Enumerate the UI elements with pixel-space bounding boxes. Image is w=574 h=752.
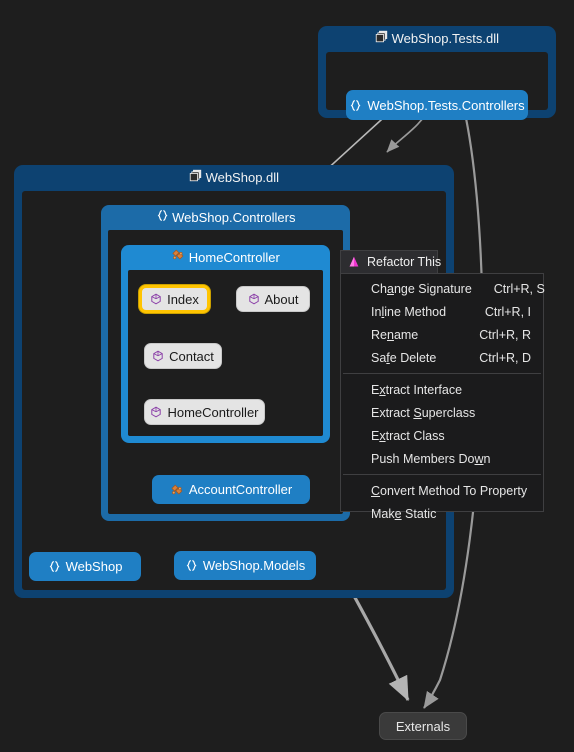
namespace-braces-icon [185,559,198,572]
node-contact[interactable]: Contact [144,343,222,369]
menu-item-label: Extract Class [371,428,445,443]
assembly-header: WebShop.Tests.dll [318,26,556,52]
menu-item-rename[interactable]: Rename Ctrl+R, R [341,323,543,346]
node-externals[interactable]: Externals [379,712,467,740]
node-label: Index [167,291,199,307]
class-icon [170,483,184,497]
assembly-icon [375,30,388,43]
menu-item-label: Convert Method To Property [371,483,528,498]
node-webshop-models[interactable]: WebShop.Models [174,551,316,580]
node-label: WebShop [65,559,123,574]
node-about[interactable]: About [236,286,310,312]
node-label: Contact [169,348,214,364]
menu-item-label: Change Signature [371,281,472,296]
assembly-header: WebShop.dll [14,165,454,191]
menu-separator [343,474,541,475]
menu-item-extract-class[interactable]: Extract Class [341,424,543,447]
method-cube-icon [248,293,260,305]
menu-item-inline-method[interactable]: Inline Method Ctrl+R, I [341,300,543,323]
menu-item-label: Safe Delete [371,350,437,365]
menu-item-shortcut: Ctrl+R, D [479,350,531,365]
namespace-braces-icon [48,560,61,573]
assembly-label: WebShop.Tests.dll [391,31,500,46]
menu-item-label: Extract Interface [371,382,463,397]
menu-item-make-static[interactable]: Make Static [341,502,543,525]
menu-item-extract-superclass[interactable]: Extract Superclass [341,401,543,424]
menu-item-safe-delete[interactable]: Safe Delete Ctrl+R, D [341,346,543,369]
namespace-label: WebShop.Controllers [172,210,296,225]
menu-item-extract-interface[interactable]: Extract Interface [341,378,543,401]
class-icon [171,248,185,262]
assembly-icon [189,169,202,182]
assembly-webshop-tests-dll[interactable]: WebShop.Tests.dll WebShop.Tests.Controll… [318,26,556,120]
class-header: HomeController [121,245,330,270]
node-label: WebShop.Models [202,558,306,573]
refactor-this-context-menu[interactable]: Refactor This Change Signature Ctrl+R, S I… [340,250,545,521]
node-webshop[interactable]: WebShop [29,552,141,581]
namespace-braces-icon [349,99,362,112]
class-label: HomeController [188,250,280,265]
namespace-braces-icon [156,209,169,222]
menu-item-convert-method-to-property[interactable]: Convert Method To Property [341,479,543,502]
assembly-label: WebShop.dll [205,170,280,185]
menu-item-shortcut: Ctrl+R, S [493,281,545,296]
menu-item-shortcut: Ctrl+R, I [484,304,531,319]
context-menu-title-bar: Refactor This [340,250,442,273]
method-cube-icon [150,293,162,305]
menu-separator [343,373,541,374]
node-label: AccountController [188,482,293,497]
node-webshop-tests-controllers[interactable]: WebShop.Tests.Controllers [346,90,528,120]
node-account-controller[interactable]: AccountController [152,475,310,504]
node-label: About [264,291,299,307]
node-homecontroller-ctor[interactable]: HomeController [144,399,265,425]
method-cube-icon [152,350,164,362]
menu-item-change-signature[interactable]: Change Signature Ctrl+R, S [341,277,545,300]
dependency-graph-canvas[interactable]: WebShop.Tests.dll WebShop.Tests.Controll… [0,0,574,752]
method-cube-icon [150,406,162,418]
refactor-triangle-icon [347,255,361,269]
menu-item-label: Rename [371,327,419,342]
node-label: Externals [395,718,451,734]
menu-item-label: Make Static [371,506,437,521]
node-label: WebShop.Tests.Controllers [367,97,525,113]
node-index[interactable]: Index [139,285,210,313]
menu-item-shortcut: Ctrl+R, R [479,327,531,342]
context-menu-items[interactable]: Change Signature Ctrl+R, S Inline Method Ct… [341,274,545,525]
node-label: HomeController [167,404,259,420]
menu-item-label: Inline Method [371,304,447,319]
namespace-header: WebShop.Controllers [101,205,350,230]
menu-item-label: Push Members Down [371,451,491,466]
menu-item-push-members-down[interactable]: Push Members Down [341,447,543,470]
menu-item-label: Extract Superclass [371,405,476,420]
context-menu-title: Refactor This [367,255,442,269]
